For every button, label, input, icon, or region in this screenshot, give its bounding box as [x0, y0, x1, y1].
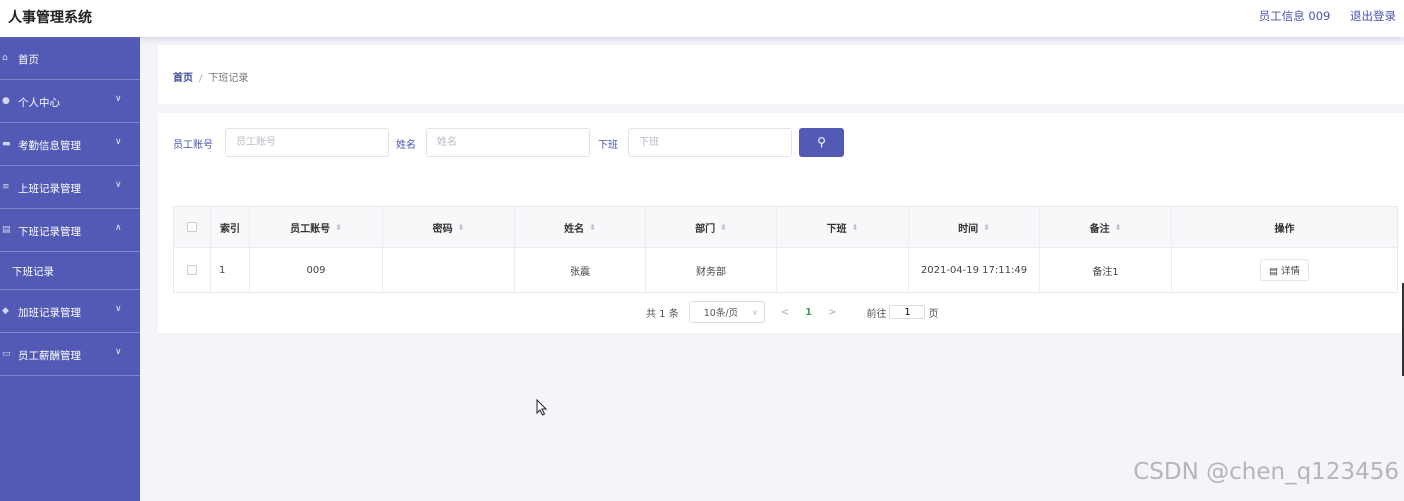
logout-link[interactable]: 退出登录: [1350, 9, 1396, 23]
watermark: CSDN @chen_q123456: [1133, 459, 1399, 485]
dept-cell: 财务部: [646, 248, 777, 292]
account-input[interactable]: [225, 128, 389, 157]
sidebar-item-label: 首页: [18, 54, 39, 66]
breadcrumb-current: 下班记录: [208, 73, 249, 84]
sidebar-item-label: 考勤信息管理: [18, 140, 81, 152]
column-header[interactable]: 时间 ⬍: [909, 207, 1040, 247]
sidebar-item-label: 下班记录管理: [18, 226, 81, 238]
user-info-link[interactable]: 员工信息 009: [1259, 9, 1331, 23]
sort-icon[interactable]: ⬍: [720, 223, 727, 232]
sidebar-item-checkout-records[interactable]: ▤ 下班记录管理 ∧: [0, 209, 140, 252]
pagination: 共 1 条 10条/页 ∨ < 1 > 前往 页: [646, 301, 938, 323]
shield-icon: ◆: [2, 306, 9, 316]
prev-page-icon[interactable]: <: [781, 307, 789, 318]
chevron-down-icon: ∨: [115, 304, 122, 314]
sidebar-item-checkin-records[interactable]: ≡ 上班记录管理 ∨: [0, 166, 140, 209]
column-header[interactable]: 姓名 ⬍: [515, 207, 646, 247]
column-header: 索引: [211, 207, 250, 247]
main-panel: 员工账号 姓名 下班 ⚲ 索引 员工账号⬍ 密码⬍ 姓名⬍ 部门⬍ 下班⬍ 时间…: [158, 113, 1404, 333]
column-header[interactable]: 密码 ⬍: [383, 207, 515, 247]
row-checkbox[interactable]: [187, 265, 197, 275]
sidebar-subitem-checkout-record[interactable]: 下班记录: [0, 252, 140, 290]
chevron-down-icon: ∨: [115, 347, 122, 357]
sort-icon[interactable]: ⬍: [983, 223, 990, 232]
name-label: 姓名: [396, 140, 416, 151]
search-icon: ⚲: [817, 135, 826, 149]
chevron-down-icon: ∨: [115, 137, 122, 147]
name-input[interactable]: [426, 128, 590, 157]
sort-icon[interactable]: ⬍: [852, 223, 859, 232]
sidebar: ⌂ 首页 ● 个人中心 ∨ ▬ 考勤信息管理 ∨ ≡ 上班记录管理 ∨ ▤ 下班…: [0, 37, 140, 501]
table-row: 1 009 张震 财务部 2021-04-19 17:11:49 备注1 ▤ 详…: [174, 248, 1397, 292]
sidebar-item-label: 员工薪酬管理: [18, 350, 81, 362]
row-select-cell: [174, 248, 211, 292]
chat-icon: ▭: [2, 349, 11, 359]
index-cell: 1: [211, 248, 250, 292]
calendar-icon: ▬: [2, 139, 11, 149]
data-table: 索引 员工账号 ⬍ 密码 ⬍ 姓名 ⬍ 部门 ⬍ 下班 ⬍ 时间 ⬍ 备注 ⬍ 操作 1 00…: [173, 206, 1398, 293]
goto-page-input[interactable]: [889, 305, 926, 319]
chevron-down-icon: ∨: [115, 94, 122, 104]
breadcrumb-panel: 首页 / 下班记录: [158, 45, 1404, 104]
sidebar-item-home[interactable]: ⌂ 首页: [0, 37, 140, 80]
time-cell: 2021-04-19 17:11:49: [909, 248, 1040, 292]
sort-icon[interactable]: ⬍: [335, 223, 342, 232]
top-right-links: 员工信息 009 退出登录: [1243, 8, 1396, 24]
checkout-input[interactable]: [628, 128, 792, 157]
sidebar-item-personal-center[interactable]: ● 个人中心 ∨: [0, 80, 140, 123]
chevron-down-icon: ∨: [751, 307, 758, 317]
column-header[interactable]: 部门 ⬍: [646, 207, 777, 247]
column-header[interactable]: 下班 ⬍: [777, 207, 909, 247]
page-size-select[interactable]: 10条/页 ∨: [688, 301, 765, 323]
sidebar-item-attendance[interactable]: ▬ 考勤信息管理 ∨: [0, 123, 140, 166]
mouse-cursor-icon: [536, 399, 548, 416]
column-header[interactable]: 员工账号 ⬍: [250, 207, 383, 247]
user-icon: ●: [2, 96, 10, 106]
select-all-checkbox[interactable]: [187, 222, 197, 232]
pagination-total: 共 1 条: [646, 308, 679, 320]
sort-icon[interactable]: ⬍: [589, 223, 596, 232]
sidebar-item-salary[interactable]: ▭ 员工薪酬管理 ∨: [0, 333, 140, 376]
checkout-label: 下班: [598, 140, 618, 151]
app-title: 人事管理系统: [8, 10, 92, 26]
next-page-icon[interactable]: >: [828, 307, 836, 318]
sidebar-item-label: 上班记录管理: [18, 183, 81, 195]
password-cell: [383, 248, 515, 292]
sidebar-item-label: 个人中心: [18, 97, 60, 109]
sidebar-item-overtime-records[interactable]: ◆ 加班记录管理 ∨: [0, 290, 140, 333]
name-cell: 张震: [515, 248, 646, 292]
goto-unit: 页: [928, 308, 939, 320]
top-bar: 人事管理系统 员工信息 009 退出登录: [0, 0, 1404, 37]
document-icon: ▤: [1268, 266, 1278, 277]
column-header[interactable]: 备注 ⬍: [1040, 207, 1172, 247]
list-icon: ≡: [2, 182, 10, 192]
goto-label: 前往: [866, 308, 887, 320]
search-button[interactable]: ⚲: [799, 128, 844, 157]
sidebar-subitem-label: 下班记录: [12, 266, 54, 278]
chevron-up-icon: ∧: [115, 223, 122, 233]
action-cell: ▤ 详情: [1172, 248, 1397, 292]
chevron-down-icon: ∨: [115, 180, 122, 190]
note-cell: 备注1: [1040, 248, 1172, 292]
sidebar-item-label: 加班记录管理: [18, 307, 81, 319]
account-label: 员工账号: [173, 140, 213, 151]
breadcrumb-separator: /: [199, 73, 203, 84]
sort-icon[interactable]: ⬍: [1115, 223, 1122, 232]
clipboard-icon: ▤: [2, 225, 11, 235]
breadcrumb-home[interactable]: 首页: [173, 73, 193, 84]
home-icon: ⌂: [2, 53, 8, 63]
page-number-1[interactable]: 1: [805, 307, 812, 318]
detail-button[interactable]: ▤ 详情: [1259, 259, 1310, 281]
table-header-row: 索引 员工账号 ⬍ 密码 ⬍ 姓名 ⬍ 部门 ⬍ 下班 ⬍ 时间 ⬍ 备注 ⬍ 操作: [174, 207, 1397, 248]
account-cell: 009: [250, 248, 383, 292]
select-all-cell: [174, 207, 211, 247]
checkout-cell: [777, 248, 909, 292]
column-header: 操作: [1274, 223, 1295, 235]
breadcrumb: 首页 / 下班记录: [173, 69, 248, 84]
sort-icon[interactable]: ⬍: [458, 223, 465, 232]
